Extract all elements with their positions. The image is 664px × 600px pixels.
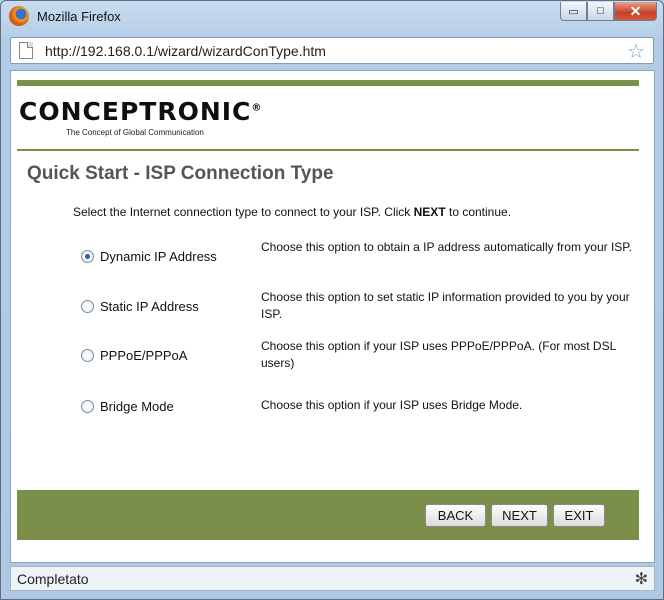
title-bar[interactable]: Mozilla Firefox ▭ □ ✕ — [1, 1, 663, 31]
window-controls: ▭ □ ✕ — [560, 2, 657, 21]
option-description: Choose this option to set static IP info… — [261, 290, 630, 321]
option-label[interactable]: Static IP Address — [100, 299, 199, 314]
instructions: Select the Internet connection type to c… — [73, 205, 511, 219]
minimize-button[interactable]: ▭ — [560, 2, 587, 21]
radio-static-ip[interactable] — [81, 300, 94, 313]
resize-grip-icon[interactable]: ✻ — [635, 569, 648, 589]
bookmark-star-icon[interactable]: ☆ — [627, 39, 645, 64]
logo: CONCEPTRONIC® The Concept of Global Comm… — [19, 97, 262, 137]
option-bridge-mode[interactable]: Bridge Mode — [81, 399, 174, 414]
firefox-icon — [9, 6, 29, 26]
logo-registered: ® — [251, 102, 263, 114]
back-button[interactable]: BACK — [425, 504, 486, 527]
radio-pppoe[interactable] — [81, 349, 94, 362]
url-text[interactable]: http://192.168.0.1/wizard/wizardConType.… — [45, 43, 326, 59]
top-divider — [17, 80, 639, 86]
next-button[interactable]: NEXT — [491, 504, 548, 527]
page-content: CONCEPTRONIC® The Concept of Global Comm… — [10, 70, 655, 563]
radio-bridge-mode[interactable] — [81, 400, 94, 413]
header-divider — [17, 149, 639, 151]
address-bar[interactable]: http://192.168.0.1/wizard/wizardConType.… — [10, 37, 654, 64]
browser-window: Mozilla Firefox ▭ □ ✕ http://192.168.0.1… — [0, 0, 664, 600]
window-title: Mozilla Firefox — [37, 9, 121, 24]
page-icon — [19, 42, 33, 59]
option-description: Choose this option to obtain a IP addres… — [261, 240, 633, 254]
logo-name: CONCEPTRONIC — [19, 97, 252, 126]
option-static-ip[interactable]: Static IP Address — [81, 299, 199, 314]
option-dynamic-ip[interactable]: Dynamic IP Address — [81, 249, 217, 264]
exit-button[interactable]: EXIT — [553, 504, 605, 527]
option-pppoe[interactable]: PPPoE/PPPoA — [81, 348, 187, 363]
logo-tagline: The Concept of Global Communication — [66, 128, 204, 137]
option-description: Choose this option if your ISP uses PPPo… — [261, 339, 616, 370]
status-text: Completato — [17, 571, 89, 587]
option-description: Choose this option if your ISP uses Brid… — [261, 398, 523, 412]
button-bar: BACK NEXT EXIT — [17, 490, 639, 540]
option-label[interactable]: Bridge Mode — [100, 399, 174, 414]
maximize-button[interactable]: □ — [587, 2, 614, 21]
option-label[interactable]: PPPoE/PPPoA — [100, 348, 187, 363]
status-bar: Completato ✻ — [10, 566, 655, 591]
option-label[interactable]: Dynamic IP Address — [100, 249, 217, 264]
instruction-next-bold: NEXT — [413, 205, 446, 219]
instruction-text-start: Select the Internet connection type to c… — [73, 205, 414, 219]
radio-dynamic-ip[interactable] — [81, 250, 94, 263]
instruction-text-end: to continue. — [445, 205, 512, 219]
close-button[interactable]: ✕ — [614, 2, 657, 21]
page-title: Quick Start - ISP Connection Type — [27, 163, 334, 184]
